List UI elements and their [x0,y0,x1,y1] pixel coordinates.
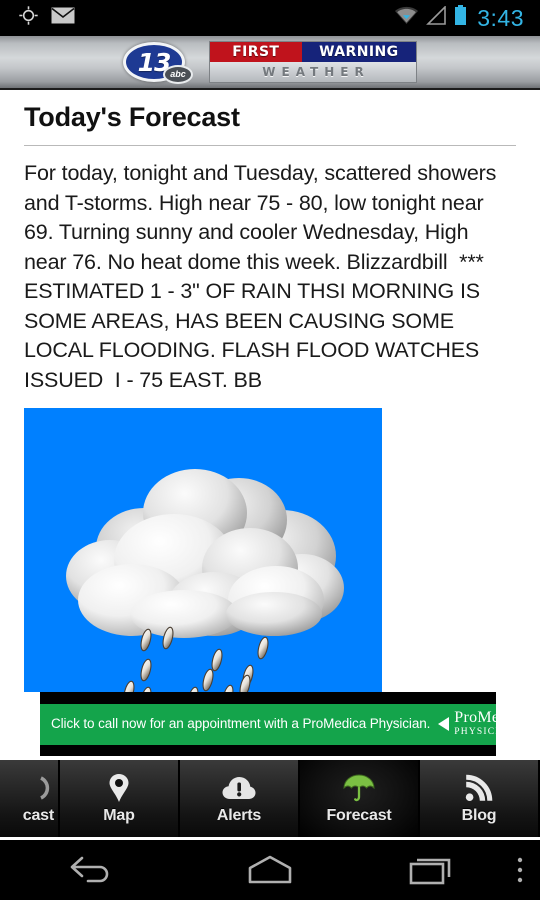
ad-logo-sub-label: PHYSICIANS [454,727,523,738]
title-divider [24,145,516,146]
brand-first-label: FIRST [210,42,302,62]
status-bar: 3:43 [0,0,540,36]
android-navigation-bar [0,840,540,900]
tab-alerts[interactable]: Alerts [180,760,298,837]
rain-cloud-graphic [24,408,382,692]
tab-label-alerts: Alerts [216,807,262,824]
alert-cloud-icon [222,773,256,803]
tab-map[interactable]: Map [60,760,178,837]
tab-label-blog: Blog [461,807,497,824]
bottom-tab-bar: cast Map Alerts Forecast Blog [0,760,540,837]
ad-logo-main-label: ProMedica [454,709,528,727]
first-warning-row: FIRST WARNING [210,42,416,62]
home-icon[interactable] [180,854,360,886]
location-crosshair-icon [18,5,39,31]
promedica-triangle-icon [438,716,450,731]
cell-signal-icon [426,5,447,30]
station-network-label: abc [170,69,186,79]
back-icon[interactable] [0,855,180,885]
station-logo-13abc[interactable]: 13 abc [123,40,197,84]
status-bar-system-icons: 3:43 [394,5,530,31]
status-bar-notifications [10,5,75,31]
ad-text: Click to call now for an appointment wit… [51,716,431,732]
map-pin-icon [108,773,130,803]
overflow-menu-icon[interactable] [500,855,540,885]
forecast-body-text: For today, tonight and Tuesday, scattere… [24,161,503,392]
first-warning-weather-logo[interactable]: FIRST WARNING WEATHER [209,41,417,83]
tab-label-forecast: Forecast [326,807,392,824]
umbrella-icon [342,773,376,803]
tab-blog[interactable]: Blog [420,760,538,837]
tab-forecast[interactable]: Forecast [300,760,418,837]
recents-icon[interactable] [360,854,500,886]
envelope-icon [51,7,75,29]
app-header: 13 abc FIRST WARNING WEATHER [0,36,540,90]
forecast-content-scroll[interactable]: Today's Forecast For today, tonight and … [0,92,540,692]
wifi-icon [394,6,419,30]
rss-icon [465,773,493,803]
partial-tab-icon [40,773,54,803]
status-bar-clock: 3:43 [477,4,524,31]
tab-forecast-partial[interactable]: cast [0,760,58,837]
promedica-logo: ProMedica PHYSICIANS [438,710,527,737]
page-title: Today's Forecast [24,102,240,132]
brand-warning-label: WARNING [301,42,416,62]
promedica-ad-banner[interactable]: Click to call now for an appointment wit… [40,703,527,745]
tab-label-map: Map [103,807,135,824]
brand-weather-label: WEATHER [210,62,416,82]
advertisement-container[interactable]: Click to call now for an appointment wit… [40,692,527,756]
station-network-badge: abc [163,65,193,84]
battery-icon [454,5,467,31]
promedica-wordmark: ProMedica PHYSICIANS [454,709,528,738]
phone-screen: 3:43 13 abc FIRST WARNING WEATHER Today'… [0,0,540,900]
tab-label-partial: cast [22,807,54,824]
